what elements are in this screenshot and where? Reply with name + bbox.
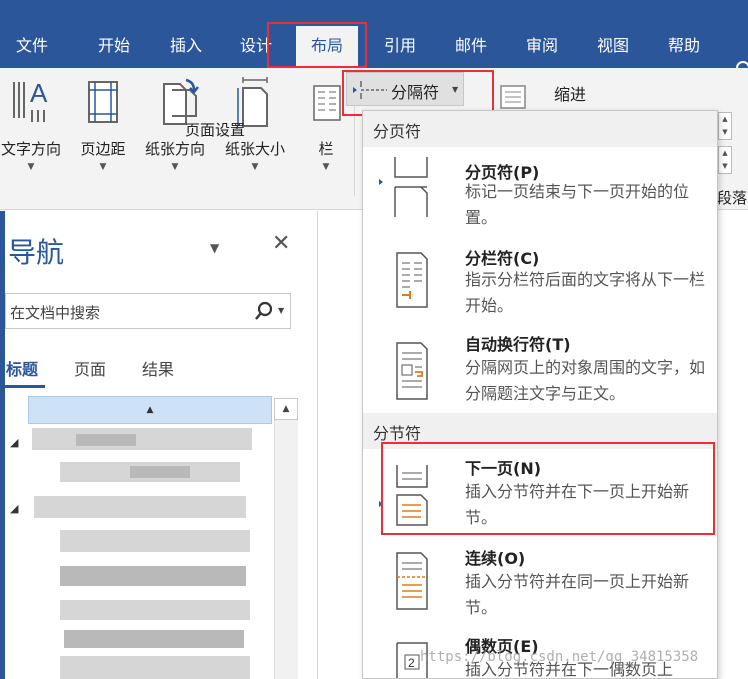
menu-item-column-break[interactable]: 分栏符(C) 指示分栏符后面的文字将从下一栏开始。: [363, 237, 717, 325]
blurred-heading-item: [76, 434, 136, 446]
text-direction-label: 文字方向: [0, 140, 61, 158]
menu-item-description: 插入分节符并在同一页上开始新节。: [465, 572, 690, 617]
menu-item-continuous[interactable]: 连续(O) 插入分节符并在同一页上开始新节。: [363, 537, 717, 625]
margins-button[interactable]: 页边距 ▼: [72, 76, 134, 172]
scroll-up-arrow-icon[interactable]: ▲: [274, 398, 298, 420]
blurred-heading-item[interactable]: [60, 656, 250, 679]
heading-tree-selected-item[interactable]: ▲: [28, 396, 272, 424]
next-page-highlight-box: [381, 442, 715, 535]
menu-item-description: 分隔网页上的对象周围的文字，如分隔题注文字与正文。: [465, 358, 706, 403]
tab-mailings[interactable]: 邮件: [443, 24, 499, 68]
paragraph-group-label: 段落: [717, 189, 748, 207]
tab-insert[interactable]: 插入: [158, 24, 214, 68]
svg-text:2: 2: [408, 656, 415, 670]
menu-item-description: 标记一页结束与下一页开始的位置。: [465, 182, 690, 227]
svg-text:A: A: [30, 78, 48, 108]
collapse-arrow-icon[interactable]: ◢: [10, 436, 18, 449]
layout-tab-highlight-box: [267, 22, 367, 68]
margins-icon: [88, 81, 118, 123]
column-break-icon: [396, 252, 428, 308]
menu-item-description: 指示分栏符后面的文字将从下一栏开始。: [465, 270, 706, 315]
tab-review[interactable]: 审阅: [514, 24, 570, 68]
line-numbers-icon: [500, 85, 526, 109]
page-break-icon: [379, 157, 428, 217]
nav-tab-pages[interactable]: 页面: [74, 356, 106, 380]
chevron-down-icon: ▼: [27, 162, 35, 172]
nav-tab-headings[interactable]: 标题: [6, 356, 38, 380]
collapse-arrow-icon[interactable]: ◢: [10, 502, 18, 515]
ribbon-tab-bar: 文件 开始 插入 设计 布局 引用 邮件 审阅 视图 帮助: [0, 24, 748, 80]
active-tab-indicator: [5, 385, 45, 388]
chevron-down-icon[interactable]: ▼: [278, 306, 284, 315]
columns-label: 栏: [318, 140, 334, 158]
nav-scrollbar[interactable]: [274, 398, 298, 679]
orientation-label: 纸张方向: [144, 140, 205, 158]
paper-size-label: 纸张大小: [224, 140, 285, 158]
blurred-heading-item[interactable]: [60, 530, 250, 552]
nav-pane-options-icon[interactable]: ▼: [210, 241, 219, 255]
columns-icon: [313, 85, 341, 121]
menu-item-title: 连续(O): [465, 549, 526, 568]
menu-item-page-break[interactable]: 分页符(P) 标记一页结束与下一页开始的位置。: [363, 149, 717, 237]
nav-search-placeholder: 在文档中搜索: [10, 304, 101, 322]
breaks-dropdown-menu: 分页符 分页符(P) 标记一页结束与下一页开始的位置。 分栏符(C) 指示分栏符…: [362, 110, 718, 679]
nav-tab-results[interactable]: 结果: [142, 356, 174, 380]
blurred-heading-item[interactable]: [60, 566, 246, 586]
tab-home[interactable]: 开始: [86, 24, 142, 68]
title-bar: [0, 0, 748, 24]
indent-spinner-right[interactable]: ▲ ▼: [718, 146, 732, 174]
page-setup-group-label: 页面设置: [184, 121, 245, 139]
section-header-label: 分节符: [373, 424, 422, 443]
menu-item-title: 自动换行符(T): [465, 335, 571, 354]
tab-help[interactable]: 帮助: [656, 24, 712, 68]
blurred-heading-item: [130, 466, 190, 478]
close-icon[interactable]: ✕: [272, 231, 290, 256]
chevron-down-icon: ▼: [171, 162, 179, 172]
continuous-section-icon: [396, 552, 428, 610]
section-header-label: 分页符: [373, 122, 422, 141]
chevron-down-icon: ▼: [322, 162, 330, 172]
tab-file[interactable]: 文件: [4, 24, 60, 68]
tab-references[interactable]: 引用: [372, 24, 428, 68]
text-direction-icon: A: [13, 78, 48, 122]
text-wrapping-break-icon: [396, 342, 428, 400]
nav-pane-title: 导航: [8, 236, 65, 269]
blurred-heading-item[interactable]: [60, 600, 250, 620]
chevron-down-icon: ▼: [251, 162, 259, 172]
nav-search-input[interactable]: 在文档中搜索 ▼: [5, 293, 291, 329]
margins-label: 页边距: [80, 140, 126, 158]
search-icon[interactable]: [253, 300, 275, 322]
indent-label: 缩进: [554, 85, 587, 104]
text-direction-button[interactable]: A 文字方向 ▼: [0, 76, 70, 172]
blurred-heading-item[interactable]: [64, 630, 244, 648]
menu-item-text-wrapping[interactable]: 自动换行符(T) 分隔网页上的对象周围的文字，如分隔题注文字与正文。: [363, 325, 717, 421]
page-breaks-section-header: 分页符: [363, 111, 717, 147]
nav-pane-accent-bar: [0, 211, 5, 679]
indent-spinner[interactable]: ▲ ▼: [718, 112, 732, 140]
chevron-down-icon: ▼: [99, 162, 107, 172]
watermark-text: https://blog.csdn.net/qq_34815358: [420, 649, 699, 665]
blurred-heading-item[interactable]: [34, 496, 246, 518]
blurred-heading-item[interactable]: [32, 428, 252, 450]
menu-item-title: 分栏符(C): [465, 249, 540, 268]
tab-view[interactable]: 视图: [585, 24, 641, 68]
